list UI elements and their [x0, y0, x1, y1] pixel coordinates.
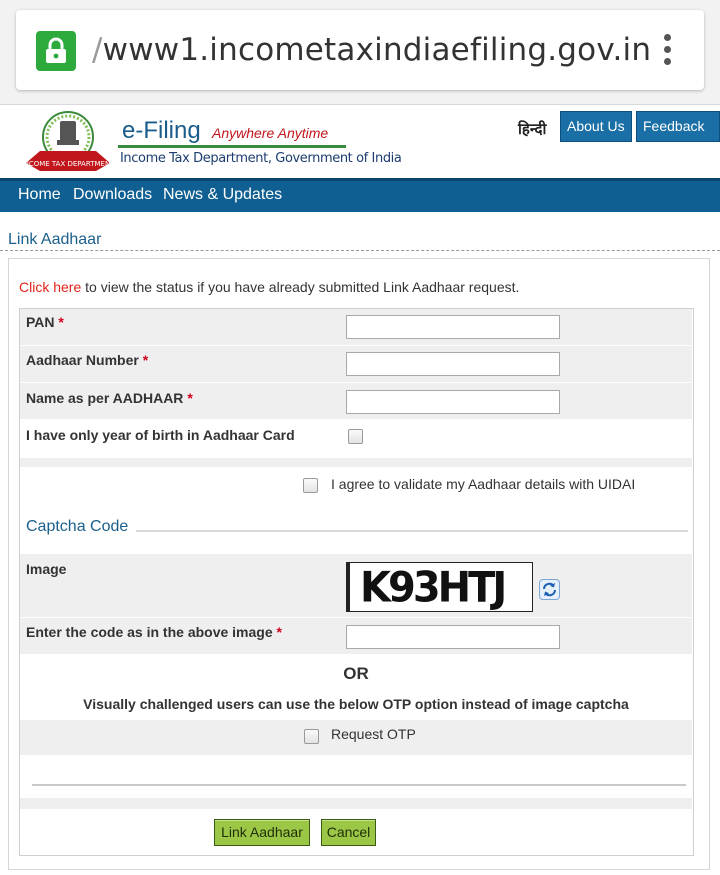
- yob-label: I have only year of birth in Aadhaar Car…: [26, 427, 295, 443]
- nav-item-news-updates[interactable]: News & Updates: [163, 186, 282, 204]
- name-label: Name as per AADHAAR *: [26, 390, 193, 406]
- kebab-menu-icon[interactable]: [664, 34, 672, 70]
- link-aadhaar-button[interactable]: Link Aadhaar: [214, 819, 310, 846]
- language-link-hindi[interactable]: हिन्दी: [518, 119, 546, 139]
- name-row: Name as per AADHAAR *: [20, 383, 692, 420]
- pan-label: PAN *: [26, 314, 64, 330]
- brand-divider: [118, 145, 346, 148]
- title-divider: [0, 250, 720, 251]
- lock-icon[interactable]: [36, 31, 76, 71]
- svg-text:INCOME TAX DEPARTMENT: INCOME TAX DEPARTMENT: [22, 160, 114, 168]
- pan-row: PAN *: [20, 309, 692, 346]
- footer-spacer-row: [20, 798, 692, 810]
- main-nav: Home Downloads News & Updates: [0, 178, 720, 212]
- form-separator: [32, 784, 686, 786]
- site-header: INCOME TAX DEPARTMENT e-Filing Anywhere …: [0, 104, 720, 178]
- captcha-code-input[interactable]: [346, 625, 560, 649]
- url-prefix: /: [92, 32, 103, 68]
- pan-input[interactable]: [346, 315, 560, 339]
- nav-item-home[interactable]: Home: [18, 186, 61, 204]
- captcha-image-label: Image: [26, 561, 67, 577]
- emblem-logo: INCOME TAX DEPARTMENT: [22, 111, 114, 171]
- address-bar[interactable]: /www1.incometaxindiaefiling.gov.in: [16, 10, 704, 90]
- browser-chrome: /www1.incometaxindiaefiling.gov.in: [0, 0, 720, 104]
- request-otp-checkbox[interactable]: [304, 729, 319, 744]
- aadhaar-number-input[interactable]: [346, 352, 560, 376]
- or-divider-text: OR: [343, 664, 369, 683]
- about-us-button[interactable]: About Us: [560, 111, 632, 142]
- request-otp-row: Request OTP: [20, 720, 692, 756]
- yob-checkbox[interactable]: [348, 429, 363, 444]
- nav-item-downloads[interactable]: Downloads: [73, 186, 152, 204]
- cancel-button[interactable]: Cancel: [321, 819, 376, 846]
- status-text: to view the status if you have already s…: [81, 279, 520, 295]
- agree-label: I agree to validate my Aadhaar details w…: [331, 476, 636, 492]
- captcha-text: K93HTJ: [360, 563, 507, 613]
- captcha-code-label: Enter the code as in the above image *: [26, 624, 282, 640]
- url-host: www1.incometaxindiaefiling.gov.in: [102, 32, 652, 68]
- agree-checkbox[interactable]: [303, 478, 318, 493]
- name-as-per-aadhaar-input[interactable]: [346, 390, 560, 414]
- captcha-code-row: Enter the code as in the above image *: [20, 618, 692, 655]
- aadhaar-row: Aadhaar Number *: [20, 346, 692, 383]
- captcha-divider: [136, 530, 688, 532]
- page-title: Link Aadhaar: [8, 231, 102, 248]
- refresh-icon[interactable]: [539, 579, 560, 600]
- click-here-link[interactable]: Click here: [19, 279, 81, 295]
- request-otp-label: Request OTP: [331, 726, 416, 742]
- spacer-row: [20, 458, 692, 468]
- department-name: Income Tax Department, Government of Ind…: [120, 151, 402, 166]
- captcha-image: K93HTJ: [346, 562, 533, 612]
- agree-row: I agree to validate my Aadhaar details w…: [20, 468, 692, 504]
- yob-row: I have only year of birth in Aadhaar Car…: [20, 420, 692, 458]
- brand-tagline: Anywhere Anytime: [212, 125, 329, 141]
- feedback-button[interactable]: Feedback: [636, 111, 720, 142]
- url-text[interactable]: /www1.incometaxindiaefiling.gov.in: [92, 32, 651, 68]
- captcha-heading: Captcha Code: [26, 518, 129, 535]
- brand-name: e-Filing: [122, 117, 201, 144]
- status-line: Click here to view the status if you hav…: [19, 279, 519, 295]
- aadhaar-label: Aadhaar Number *: [26, 352, 149, 368]
- otp-note: Visually challenged users can use the be…: [83, 696, 629, 712]
